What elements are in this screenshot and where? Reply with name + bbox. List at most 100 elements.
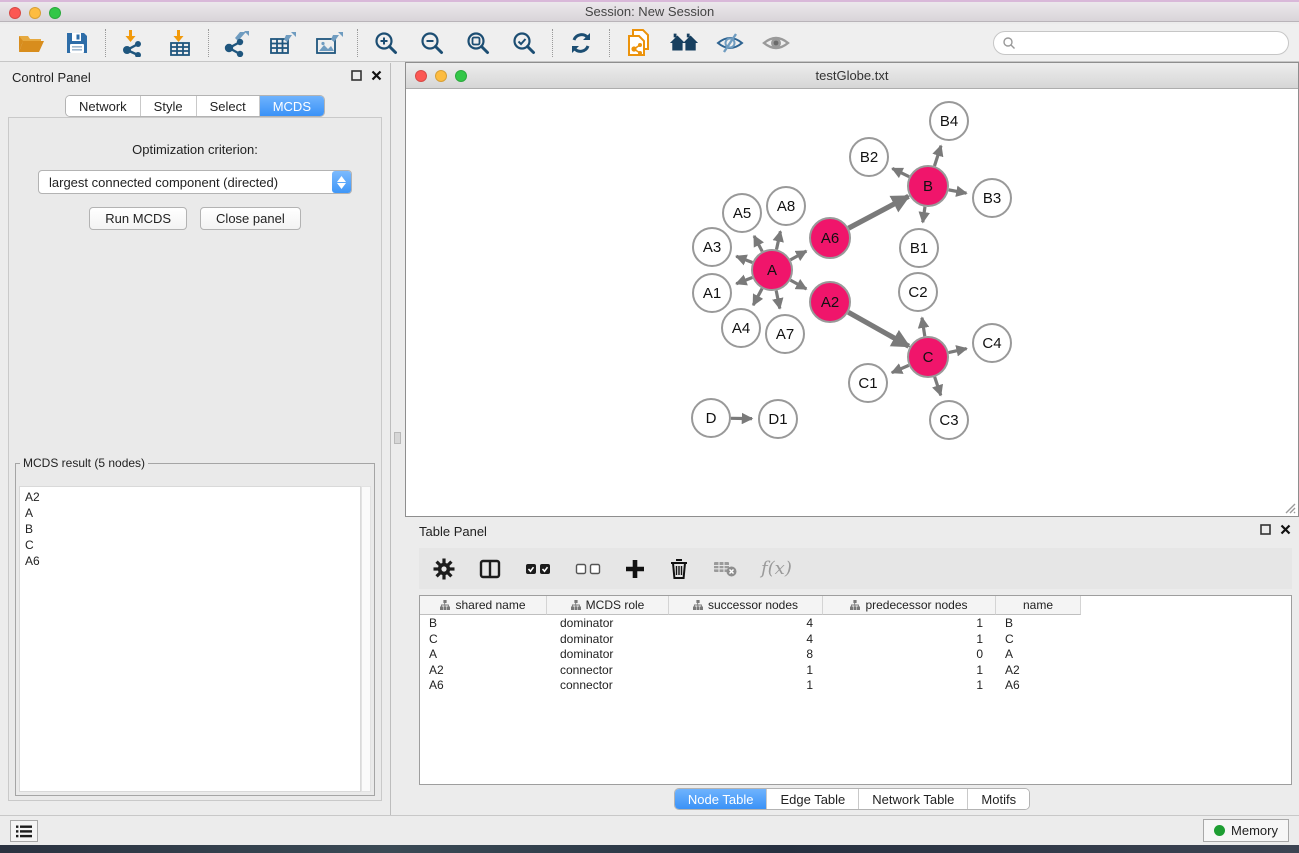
result-scrollbar[interactable] [361, 486, 371, 792]
cell-successor-nodes[interactable]: 8 [669, 646, 823, 662]
cell-mcds-role[interactable]: dominator [547, 615, 669, 631]
network-from-document-icon[interactable] [623, 28, 653, 58]
show-log-button[interactable] [10, 820, 38, 842]
graph-edge-A-A5[interactable] [754, 236, 762, 251]
export-network-icon[interactable] [222, 28, 252, 58]
cell-name[interactable]: B [996, 615, 1081, 631]
tab-mcds[interactable]: MCDS [259, 96, 324, 116]
memory-button[interactable]: Memory [1203, 819, 1289, 842]
graph-edge-B-B4[interactable] [934, 146, 941, 166]
tab-network[interactable]: Network [66, 96, 140, 116]
cell-name[interactable]: A [996, 646, 1081, 662]
export-table-icon[interactable] [268, 28, 298, 58]
cell-predecessor-nodes[interactable]: 1 [823, 615, 996, 631]
cell-shared-name[interactable]: C [420, 631, 547, 647]
import-table-icon[interactable] [165, 28, 195, 58]
network-minimize-button[interactable] [435, 70, 447, 82]
column-header-mcds-role[interactable]: MCDS role [547, 596, 669, 615]
create-column-icon[interactable] [625, 559, 645, 579]
open-session-icon[interactable] [16, 28, 46, 58]
cell-mcds-role[interactable]: connector [547, 677, 669, 693]
cell-predecessor-nodes[interactable]: 1 [823, 662, 996, 678]
table-row[interactable]: A6 connector 1 1 A6 [420, 677, 1291, 693]
zoom-fit-icon[interactable] [463, 28, 493, 58]
graph-edge-B-B2[interactable] [892, 168, 909, 176]
resize-grip-icon[interactable] [1283, 501, 1296, 514]
network-graph[interactable]: B4B2BB3A8A5A6A3B1AA1C2A2A4A7C4CC1DD1C3 [407, 90, 1299, 516]
graph-edge-A-A2[interactable] [790, 280, 806, 289]
network-window-titlebar[interactable]: testGlobe.txt [406, 63, 1298, 89]
column-header-shared-name[interactable]: shared name [420, 596, 547, 615]
network-canvas[interactable]: B4B2BB3A8A5A6A3B1AA1C2A2A4A7C4CC1DD1C3 [407, 90, 1297, 515]
cell-successor-nodes[interactable]: 1 [669, 662, 823, 678]
home-icon[interactable] [669, 28, 699, 58]
graph-edge-B-B3[interactable] [949, 190, 967, 193]
graph-edge-C-C2[interactable] [922, 318, 925, 337]
cell-mcds-role[interactable]: dominator [547, 646, 669, 662]
select-all-columns-icon[interactable] [525, 563, 551, 575]
graph-edge-A-A8[interactable] [776, 231, 780, 249]
function-builder-icon[interactable]: f(x) [761, 558, 792, 579]
column-header-name[interactable]: name [996, 596, 1081, 615]
cell-shared-name[interactable]: A6 [420, 677, 547, 693]
cell-name[interactable]: A2 [996, 662, 1081, 678]
cell-shared-name[interactable]: A2 [420, 662, 547, 678]
minimize-window-button[interactable] [29, 7, 41, 19]
zoom-out-icon[interactable] [417, 28, 447, 58]
graph-edge-A-A3[interactable] [736, 256, 752, 262]
close-panel-icon[interactable] [371, 70, 382, 81]
criterion-select[interactable]: largest connected component (directed) [38, 170, 352, 194]
column-header-successor-nodes[interactable]: successor nodes [669, 596, 823, 615]
tab-network-table[interactable]: Network Table [858, 789, 967, 809]
graph-edge-C-C4[interactable] [949, 349, 967, 353]
zoom-in-icon[interactable] [371, 28, 401, 58]
cell-name[interactable]: A6 [996, 677, 1081, 693]
table-settings-gear-icon[interactable] [433, 558, 455, 580]
mcds-result-item[interactable]: A2 [25, 489, 355, 505]
tab-motifs[interactable]: Motifs [967, 789, 1029, 809]
tab-edge-table[interactable]: Edge Table [766, 789, 858, 809]
table-row[interactable]: B dominator 4 1 B [420, 615, 1291, 631]
cell-successor-nodes[interactable]: 4 [669, 615, 823, 631]
table-row[interactable]: C dominator 4 1 C [420, 631, 1291, 647]
unselect-all-columns-icon[interactable] [575, 563, 601, 575]
search-field[interactable] [993, 31, 1289, 55]
mcds-result-list[interactable]: A2 A B C A6 [19, 486, 361, 792]
delete-column-icon[interactable] [669, 558, 689, 580]
show-graphics-details-icon[interactable] [761, 28, 791, 58]
close-panel-button[interactable]: Close panel [200, 207, 301, 230]
graph-edge-A6-B[interactable] [849, 196, 909, 228]
cell-successor-nodes[interactable]: 4 [669, 631, 823, 647]
cell-name[interactable]: C [996, 631, 1081, 647]
mcds-result-item[interactable]: A [25, 505, 355, 521]
mcds-result-item[interactable]: A6 [25, 553, 355, 569]
show-columns-icon[interactable] [479, 559, 501, 579]
graph-edge-A-A4[interactable] [753, 289, 762, 306]
mcds-result-item[interactable]: B [25, 521, 355, 537]
cell-mcds-role[interactable]: dominator [547, 631, 669, 647]
tab-style[interactable]: Style [140, 96, 196, 116]
cell-shared-name[interactable]: B [420, 615, 547, 631]
save-session-icon[interactable] [62, 28, 92, 58]
tab-select[interactable]: Select [196, 96, 259, 116]
mcds-result-item[interactable]: C [25, 537, 355, 553]
hide-graphics-details-icon[interactable] [715, 28, 745, 58]
cell-successor-nodes[interactable]: 1 [669, 677, 823, 693]
delete-table-icon[interactable] [713, 560, 737, 577]
zoom-window-button[interactable] [49, 7, 61, 19]
float-table-panel-icon[interactable] [1260, 524, 1271, 535]
search-input[interactable] [1020, 36, 1280, 50]
import-network-icon[interactable] [119, 28, 149, 58]
float-panel-icon[interactable] [351, 70, 362, 81]
graph-edge-A2-C[interactable] [848, 312, 909, 346]
cell-predecessor-nodes[interactable]: 1 [823, 631, 996, 647]
run-mcds-button[interactable]: Run MCDS [89, 207, 187, 230]
graph-edge-A-A7[interactable] [776, 291, 780, 309]
export-image-icon[interactable] [314, 28, 344, 58]
refresh-icon[interactable] [566, 28, 596, 58]
graph-edge-C-C1[interactable] [892, 365, 909, 372]
cell-shared-name[interactable]: A [420, 646, 547, 662]
cell-predecessor-nodes[interactable]: 0 [823, 646, 996, 662]
node-table[interactable]: shared name MCDS role successor nodes pr… [419, 595, 1292, 785]
table-row[interactable]: A2 connector 1 1 A2 [420, 662, 1291, 678]
